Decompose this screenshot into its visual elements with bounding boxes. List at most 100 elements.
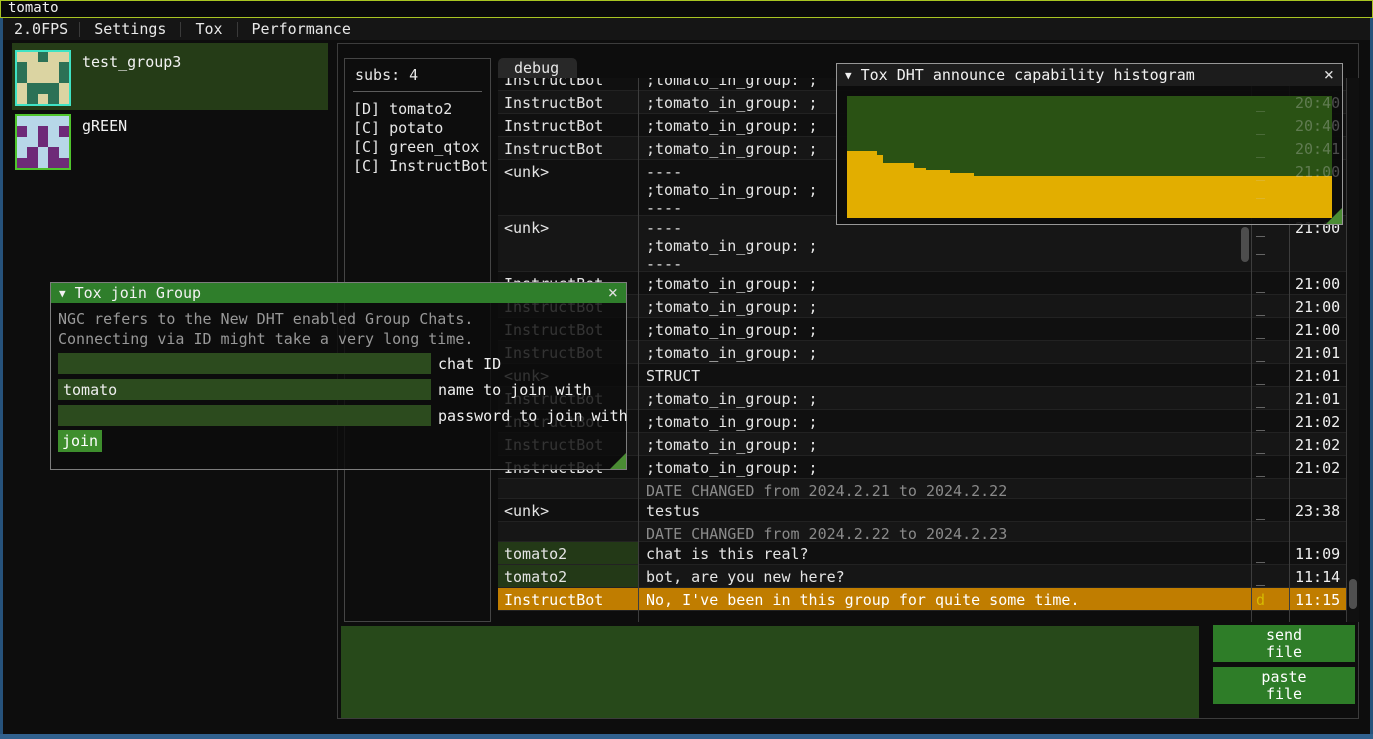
message-time: 21:00: [1289, 318, 1346, 340]
paste-file-button[interactable]: paste file: [1213, 667, 1355, 704]
avatar-pixel: [27, 147, 37, 157]
avatar-pixel: [48, 158, 58, 168]
message-time: 20:40: [1289, 114, 1346, 136]
message-time: 21:02: [1289, 410, 1346, 432]
message-time: 21:00: [1289, 160, 1346, 215]
message-text: DATE CHANGED from 2024.2.22 to 2024.2.23: [638, 522, 1251, 541]
avatar-pixel: [48, 116, 58, 126]
message-row[interactable]: DATE CHANGED from 2024.2.21 to 2024.2.22: [498, 479, 1346, 499]
message-flags: _ _: [1251, 160, 1289, 215]
paste-file-label-line2: file: [1266, 686, 1302, 703]
avatar-pixel: [38, 52, 48, 62]
member-item[interactable]: [C] potato: [353, 119, 490, 138]
message-flags: _ _: [1251, 433, 1289, 455]
join-button[interactable]: join: [58, 430, 102, 452]
message-time: 23:38: [1289, 499, 1346, 521]
message-time: [1289, 522, 1346, 541]
close-icon[interactable]: ×: [1324, 67, 1334, 83]
avatar-pixel: [59, 116, 69, 126]
avatar-pixel: [59, 158, 69, 168]
member-item[interactable]: [C] green_qtox: [353, 138, 490, 157]
message-text: ;tomato_in_group: ;: [638, 341, 1251, 363]
paste-file-label-line1: paste: [1261, 669, 1306, 686]
message-time: 21:01: [1289, 364, 1346, 386]
join-name-label: name to join with: [438, 381, 592, 399]
wm-border-left: [0, 18, 3, 734]
message-author: <unk>: [498, 216, 638, 271]
message-time: 21:02: [1289, 433, 1346, 455]
message-flags: _ _: [1251, 364, 1289, 386]
join-window-titlebar[interactable]: ▼ Tox join Group ×: [51, 283, 626, 303]
message-flags: _ _: [1251, 318, 1289, 340]
avatar-pixel: [38, 126, 48, 136]
join-password-input[interactable]: [58, 405, 431, 426]
message-row[interactable]: InstructBotNo, I've been in this group f…: [498, 588, 1346, 611]
histogram-window-titlebar[interactable]: ▼ Tox DHT announce capability histogram …: [837, 64, 1342, 86]
join-help-text: Connecting via ID might take a very long…: [58, 330, 473, 348]
message-time: 11:15: [1289, 588, 1346, 610]
menu-bar: 2.0FPS Settings Tox Performance: [3, 18, 1370, 40]
message-author: tomato2: [498, 542, 638, 564]
avatar-pixel: [17, 73, 27, 83]
join-window-title: Tox join Group: [75, 284, 599, 302]
message-row[interactable]: DATE CHANGED from 2024.2.22 to 2024.2.23: [498, 522, 1346, 542]
collapse-arrow-icon[interactable]: ▼: [59, 287, 66, 300]
message-input[interactable]: [341, 626, 1199, 718]
message-text: ;tomato_in_group: ;: [638, 272, 1251, 294]
message-text: ;tomato_in_group: ;: [638, 387, 1251, 409]
chat-id-input[interactable]: [58, 353, 431, 374]
message-author: InstructBot: [498, 137, 638, 159]
message-flags: _ _: [1251, 565, 1289, 587]
os-window-titlebar[interactable]: tomato: [0, 0, 1373, 18]
messages-scrollbar-thumb[interactable]: [1241, 227, 1249, 262]
fps-counter: 2.0FPS: [3, 20, 79, 38]
menu-performance[interactable]: Performance: [238, 20, 365, 38]
message-flags: d _: [1251, 588, 1289, 610]
member-item[interactable]: [D] tomato2: [353, 100, 490, 119]
avatar-pixel: [48, 137, 58, 147]
avatar-pixel: [48, 94, 58, 104]
join-name-input[interactable]: [58, 379, 431, 400]
group-name: gREEN: [82, 117, 127, 135]
message-text: ;tomato_in_group: ;: [638, 410, 1251, 432]
join-help-text: NGC refers to the New DHT enabled Group …: [58, 310, 473, 328]
avatar-pixel: [59, 94, 69, 104]
message-flags: _ _: [1251, 387, 1289, 409]
send-file-label-line1: send: [1266, 627, 1302, 644]
avatar-pixel: [17, 62, 27, 72]
member-item[interactable]: [C] InstructBot: [353, 157, 490, 176]
chat-scrollbar-thumb[interactable]: [1349, 579, 1357, 609]
group-item-green[interactable]: gREEN: [12, 107, 328, 174]
resize-grip[interactable]: [610, 453, 626, 469]
message-time: 21:00: [1289, 295, 1346, 317]
avatar-pixel: [27, 62, 37, 72]
group-avatar: [15, 50, 71, 106]
message-author: [498, 479, 638, 498]
message-row[interactable]: tomato2chat is this real?_ _11:09: [498, 542, 1346, 565]
close-icon[interactable]: ×: [608, 285, 618, 301]
message-flags: _ _: [1251, 137, 1289, 159]
avatar-pixel: [59, 73, 69, 83]
send-file-button[interactable]: send file: [1213, 625, 1355, 662]
collapse-arrow-icon[interactable]: ▼: [845, 69, 852, 82]
avatar-pixel: [48, 147, 58, 157]
menu-settings[interactable]: Settings: [80, 20, 180, 38]
message-row[interactable]: <unk>testus_ _23:38: [498, 499, 1346, 522]
wm-border-bottom: [0, 734, 1373, 739]
avatar-pixel: [17, 116, 27, 126]
avatar-pixel: [48, 83, 58, 93]
chat-scrollbar[interactable]: [1346, 78, 1359, 622]
avatar-pixel: [48, 73, 58, 83]
message-text: bot, are you new here?: [638, 565, 1251, 587]
tab-debug[interactable]: debug: [498, 58, 577, 78]
message-row[interactable]: tomato2bot, are you new here?_ _11:14: [498, 565, 1346, 588]
message-text: chat is this real?: [638, 542, 1251, 564]
send-file-label-line2: file: [1266, 644, 1302, 661]
group-item-test-group3[interactable]: test_group3: [12, 43, 328, 110]
message-time: 21:02: [1289, 456, 1346, 478]
avatar-pixel: [17, 137, 27, 147]
menu-tox[interactable]: Tox: [181, 20, 236, 38]
join-group-window[interactable]: ▼ Tox join Group × NGC refers to the New…: [50, 282, 627, 470]
avatar-pixel: [59, 147, 69, 157]
avatar-pixel: [27, 126, 37, 136]
